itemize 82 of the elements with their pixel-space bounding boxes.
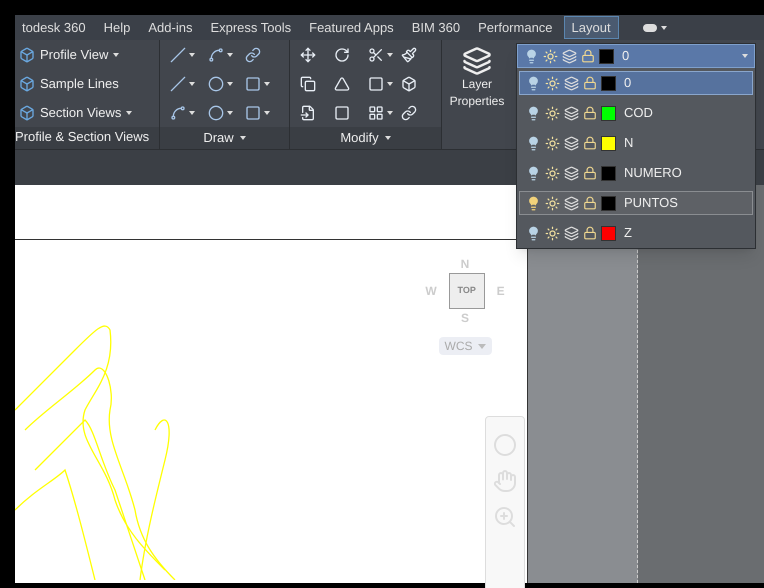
sun-icon [545,196,560,210]
lock-icon [583,106,597,120]
caret-icon [386,82,392,86]
line-icon [170,46,186,62]
layer-name: 0 [624,74,632,92]
caret-icon [386,52,392,56]
caret-icon [386,110,392,114]
tool-button[interactable] [399,44,420,64]
layer-properties-button[interactable]: Layer Properties [446,46,508,110]
circle-icon [208,76,224,92]
sun-icon [545,106,560,120]
tool-button[interactable] [298,44,318,64]
lock-icon [583,196,597,210]
tool-button[interactable] [168,74,197,94]
ribbon-tab[interactable]: Help [96,16,138,38]
layer-name: PUNTOS [624,194,678,212]
caret-icon [384,136,391,140]
tool-button[interactable] [206,102,235,122]
ribbon-tab[interactable]: BIM 360 [404,16,468,38]
layer-item[interactable]: COD [519,101,753,125]
lock-icon [583,136,597,150]
layer-name: NUMERO [624,164,682,182]
caret-icon [226,82,233,86]
caret-icon [660,26,667,30]
caret-icon [226,110,233,114]
panel-title: Profile & Section Views [15,127,159,149]
tool-button[interactable] [206,74,235,94]
caret-icon [742,54,748,58]
lock-icon [583,76,597,90]
caret-icon [189,110,195,114]
tool-button[interactable] [168,44,197,64]
caret-icon [113,52,120,56]
layer-name: N [624,134,634,152]
sun-icon [545,76,560,90]
lightbulb-icon [524,48,539,64]
move-icon [300,46,316,62]
layer-item[interactable]: Z [519,221,753,245]
sun-icon [545,136,560,150]
ribbon-tab[interactable]: Layout [564,16,619,40]
ribbon-button[interactable]: Profile View [19,44,159,64]
tool-button[interactable] [399,102,420,122]
copy-icon [300,76,316,92]
layer-name: 0 [622,47,630,66]
brush-icon [401,46,418,62]
ribbon-button[interactable]: Sample Lines [19,74,159,94]
caret-icon [478,344,486,348]
sun-icon [545,166,560,180]
array-icon [368,104,384,120]
caret-icon [189,52,195,56]
ribbon-tab[interactable]: Express Tools [203,16,298,38]
sun-icon [545,226,560,240]
tool-button[interactable] [298,74,318,94]
layer-item[interactable]: PUNTOS [519,191,753,215]
caret-icon [240,136,246,140]
layer-name: COD [624,104,653,122]
caret-icon [264,110,270,114]
ribbon-tab[interactable]: Featured Apps [302,16,401,38]
layer-name: Z [624,224,632,242]
rectangle-icon [245,76,262,92]
caret-icon [264,82,270,86]
lock-icon [583,226,597,240]
lock-icon [581,49,595,63]
toggle-icon[interactable] [642,24,657,32]
layer-dropdown[interactable]: 0 [517,44,755,68]
ribbon-button[interactable]: Section Views [19,102,159,122]
tool-button[interactable] [243,44,264,64]
trim-icon [368,46,384,62]
arc-icon [208,46,224,62]
sun-icon [543,48,558,64]
ribbon-tab[interactable]: Add-ins [141,16,200,38]
ribbon-tab[interactable]: todesk 360 [15,16,93,38]
cube-icon [401,76,418,92]
layer-item[interactable]: N [519,131,753,155]
caret-icon [126,110,132,114]
polyline-icon [170,104,186,120]
caret-icon [226,52,233,56]
layer-item[interactable]: 0 [519,71,753,95]
ribbon-tab[interactable]: Performance [471,16,560,38]
layers-icon [462,46,492,76]
rotate-icon [334,46,350,62]
caret-icon [189,82,195,86]
lock-icon [583,166,597,180]
